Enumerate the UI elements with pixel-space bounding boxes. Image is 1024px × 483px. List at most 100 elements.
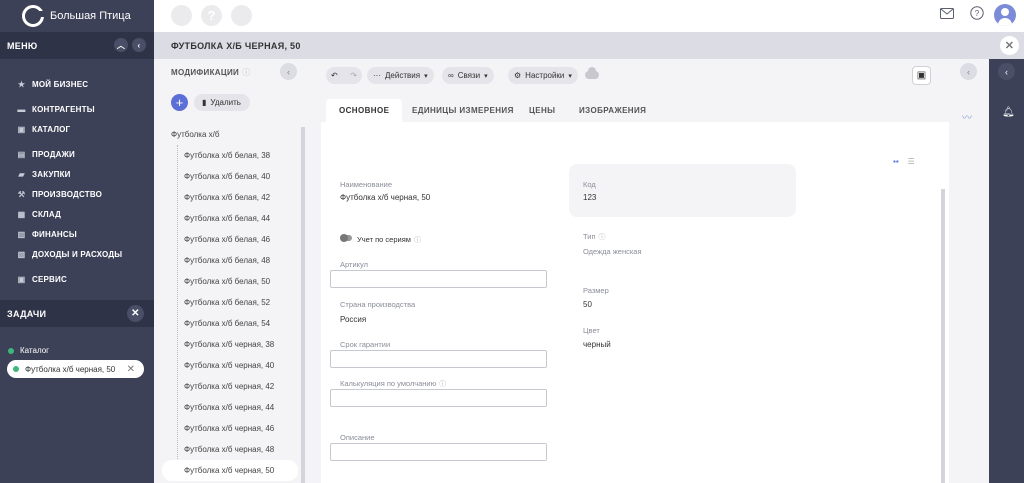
truck-icon: ▰ xyxy=(18,169,25,179)
size-value[interactable]: 50 xyxy=(583,300,592,309)
delete-button[interactable]: ▮ Удалить xyxy=(194,94,250,111)
menu-item-contractors[interactable]: ▬ КОНТРАГЕНТЫ xyxy=(0,99,154,119)
star-icon: ★ xyxy=(17,79,26,89)
mail-icon[interactable] xyxy=(940,7,954,22)
tree-item[interactable]: Футболка х/б белая, 44 xyxy=(162,208,309,229)
tree-item[interactable]: Футболка х/б черная, 38 xyxy=(162,334,309,355)
tree-item[interactable]: Футболка х/б черная, 40 xyxy=(162,355,309,376)
redo-icon[interactable]: ↷ xyxy=(350,71,357,80)
tab-images[interactable]: ИЗОБРАЖЕНИЯ xyxy=(579,99,646,122)
tab-prices[interactable]: ЦЕНЫ xyxy=(529,99,555,122)
modifications-tree: Футболка х/б Футболка х/б белая, 38 Футбо… xyxy=(162,124,309,481)
people-icon: ▬ xyxy=(17,104,26,114)
top-placeholder-button-3[interactable] xyxy=(231,5,252,26)
help-icon[interactable]: ? xyxy=(970,6,984,23)
cart-icon: ▤ xyxy=(17,149,26,159)
undo-redo-group: ↶ ↷ xyxy=(326,67,362,84)
tree-item[interactable]: Футболка х/б черная, 50 xyxy=(162,460,298,481)
tree-item[interactable]: Футболка х/б белая, 54 xyxy=(162,313,309,334)
top-placeholder-button-1[interactable] xyxy=(171,5,192,26)
status-dot xyxy=(13,366,19,372)
undo-icon[interactable]: ↶ xyxy=(331,71,338,80)
article-input[interactable] xyxy=(330,270,547,288)
tree-item[interactable]: Футболка х/б черная, 46 xyxy=(162,418,309,439)
tree-item[interactable]: Футболка х/б черная, 44 xyxy=(162,397,309,418)
color-label: Цвет xyxy=(583,326,600,335)
content-left-strip xyxy=(309,122,321,483)
tree-item[interactable]: Футболка х/б белая, 50 xyxy=(162,271,309,292)
main-scrollbar[interactable] xyxy=(941,189,945,483)
tree-item[interactable]: Футболка х/б белая, 46 xyxy=(162,229,309,250)
code-value[interactable]: 123 xyxy=(583,193,596,202)
notifications-collapse-button[interactable]: ‹ xyxy=(998,63,1015,80)
hammer-icon: ⚒ xyxy=(17,189,26,199)
save-button[interactable]: ▣ xyxy=(912,66,931,85)
calc-label: Калькуляция по умолчанию ⓘ xyxy=(340,379,446,389)
page-title: ФУТБОЛКА Х/Б ЧЕРНАЯ, 50 xyxy=(171,40,301,51)
type-label-text: Тип xyxy=(583,232,596,241)
task-item-catalog[interactable]: Каталог xyxy=(8,346,49,355)
page-header: ФУТБОЛКА Х/Б ЧЕРНАЯ, 50 ✕ xyxy=(154,32,1024,59)
description-input[interactable] xyxy=(330,443,547,461)
close-icon[interactable]: ✕ xyxy=(127,364,135,375)
tree-item[interactable]: Футболка х/б белая, 52 xyxy=(162,292,309,313)
settings-dropdown[interactable]: ⚙ Настройки ▾ xyxy=(508,67,578,84)
tree-item[interactable]: Футболка х/б белая, 38 xyxy=(162,145,309,166)
chevron-down-icon: ▾ xyxy=(568,72,572,80)
menu-item-purchases[interactable]: ▰ ЗАКУПКИ xyxy=(0,164,154,184)
article-label: Артикул xyxy=(340,260,368,269)
series-toggle[interactable] xyxy=(340,234,352,242)
series-label: Учет по сериям ⓘ xyxy=(357,235,421,245)
menu-item-finances[interactable]: ▥ ФИНАНСЫ xyxy=(0,224,154,244)
tree-item[interactable]: Футболка х/б черная, 48 xyxy=(162,439,309,460)
info-icon: ⓘ xyxy=(413,237,421,244)
menu-item-my-business[interactable]: ★ МОЙ БИЗНЕС xyxy=(0,74,154,94)
modifications-scrollbar[interactable] xyxy=(301,127,305,483)
country-value[interactable]: Россия xyxy=(340,315,366,324)
logo[interactable]: Большая Птица xyxy=(0,0,154,32)
grid-view-icon[interactable]: ▪▪ xyxy=(893,157,899,166)
type-value[interactable]: Одежда женская xyxy=(583,247,642,256)
name-label: Наименование xyxy=(340,180,392,189)
tab-units[interactable]: ЕДИНИЦЫ ИЗМЕРЕНИЯ xyxy=(412,99,514,122)
logo-icon xyxy=(22,5,45,27)
menu-item-warehouse[interactable]: ▦ СКЛАД xyxy=(0,204,154,224)
modifications-collapse-button[interactable]: ‹ xyxy=(280,63,297,80)
menu-item-production[interactable]: ⚒ ПРОИЗВОДСТВО xyxy=(0,184,154,204)
menu-item-service[interactable]: ▣ СЕРВИС xyxy=(0,269,154,289)
analytics-icon[interactable]: 〰 xyxy=(962,109,972,124)
tasks-close-button[interactable]: ✕ xyxy=(127,305,144,322)
tab-main[interactable]: ОСНОВНОЕ xyxy=(326,99,403,122)
menu-item-label: КАТАЛОГ xyxy=(32,124,71,134)
tree-item[interactable]: Футболка х/б черная, 42 xyxy=(162,376,309,397)
color-value[interactable]: черный xyxy=(583,340,611,349)
actions-dropdown[interactable]: ··· Действия ▾ xyxy=(367,67,434,84)
menu-item-sales[interactable]: ▤ ПРОДАЖИ xyxy=(0,144,154,164)
chart-icon: ▧ xyxy=(17,249,26,259)
menu-collapse-up-button[interactable]: ︿ xyxy=(114,38,128,52)
list-view-icon[interactable]: ☰ xyxy=(908,157,915,166)
menu-item-catalog[interactable]: ▣ КАТАЛОГ xyxy=(0,119,154,139)
user-avatar[interactable] xyxy=(994,4,1016,26)
links-dropdown[interactable]: ∞ Связи ▾ xyxy=(442,67,494,84)
menu-collapse-left-button[interactable]: ‹ xyxy=(132,38,146,52)
tasks-title: ЗАДАЧИ xyxy=(7,308,47,319)
tree-item[interactable]: Футболка х/б белая, 40 xyxy=(162,166,309,187)
close-page-button[interactable]: ✕ xyxy=(1000,36,1019,55)
help-circle-button[interactable]: ? xyxy=(201,5,222,26)
tree-root[interactable]: Футболка х/б xyxy=(162,124,309,145)
menu-item-label: ДОХОДЫ И РАСХОДЫ xyxy=(32,249,123,259)
link-icon: ∞ xyxy=(448,71,454,80)
calc-input[interactable] xyxy=(330,389,547,407)
task-item-active[interactable]: Футболка х/б черная, 50 ✕ xyxy=(7,360,144,378)
bell-icon[interactable]: 🔔︎ xyxy=(1002,107,1015,118)
tree-item[interactable]: Футболка х/б белая, 42 xyxy=(162,187,309,208)
name-value[interactable]: Футболка х/б черная, 50 xyxy=(340,193,430,202)
trash-icon: ▮ xyxy=(202,98,207,107)
tree-item[interactable]: Футболка х/б белая, 48 xyxy=(162,250,309,271)
menu-item-income-expenses[interactable]: ▧ ДОХОДЫ И РАСХОДЫ xyxy=(0,244,154,264)
tasks-header: ЗАДАЧИ ✕ xyxy=(0,300,154,327)
right-panel-collapse-button[interactable]: ‹ xyxy=(960,63,977,80)
add-modification-button[interactable]: + xyxy=(171,94,188,111)
warranty-input[interactable] xyxy=(330,350,547,368)
